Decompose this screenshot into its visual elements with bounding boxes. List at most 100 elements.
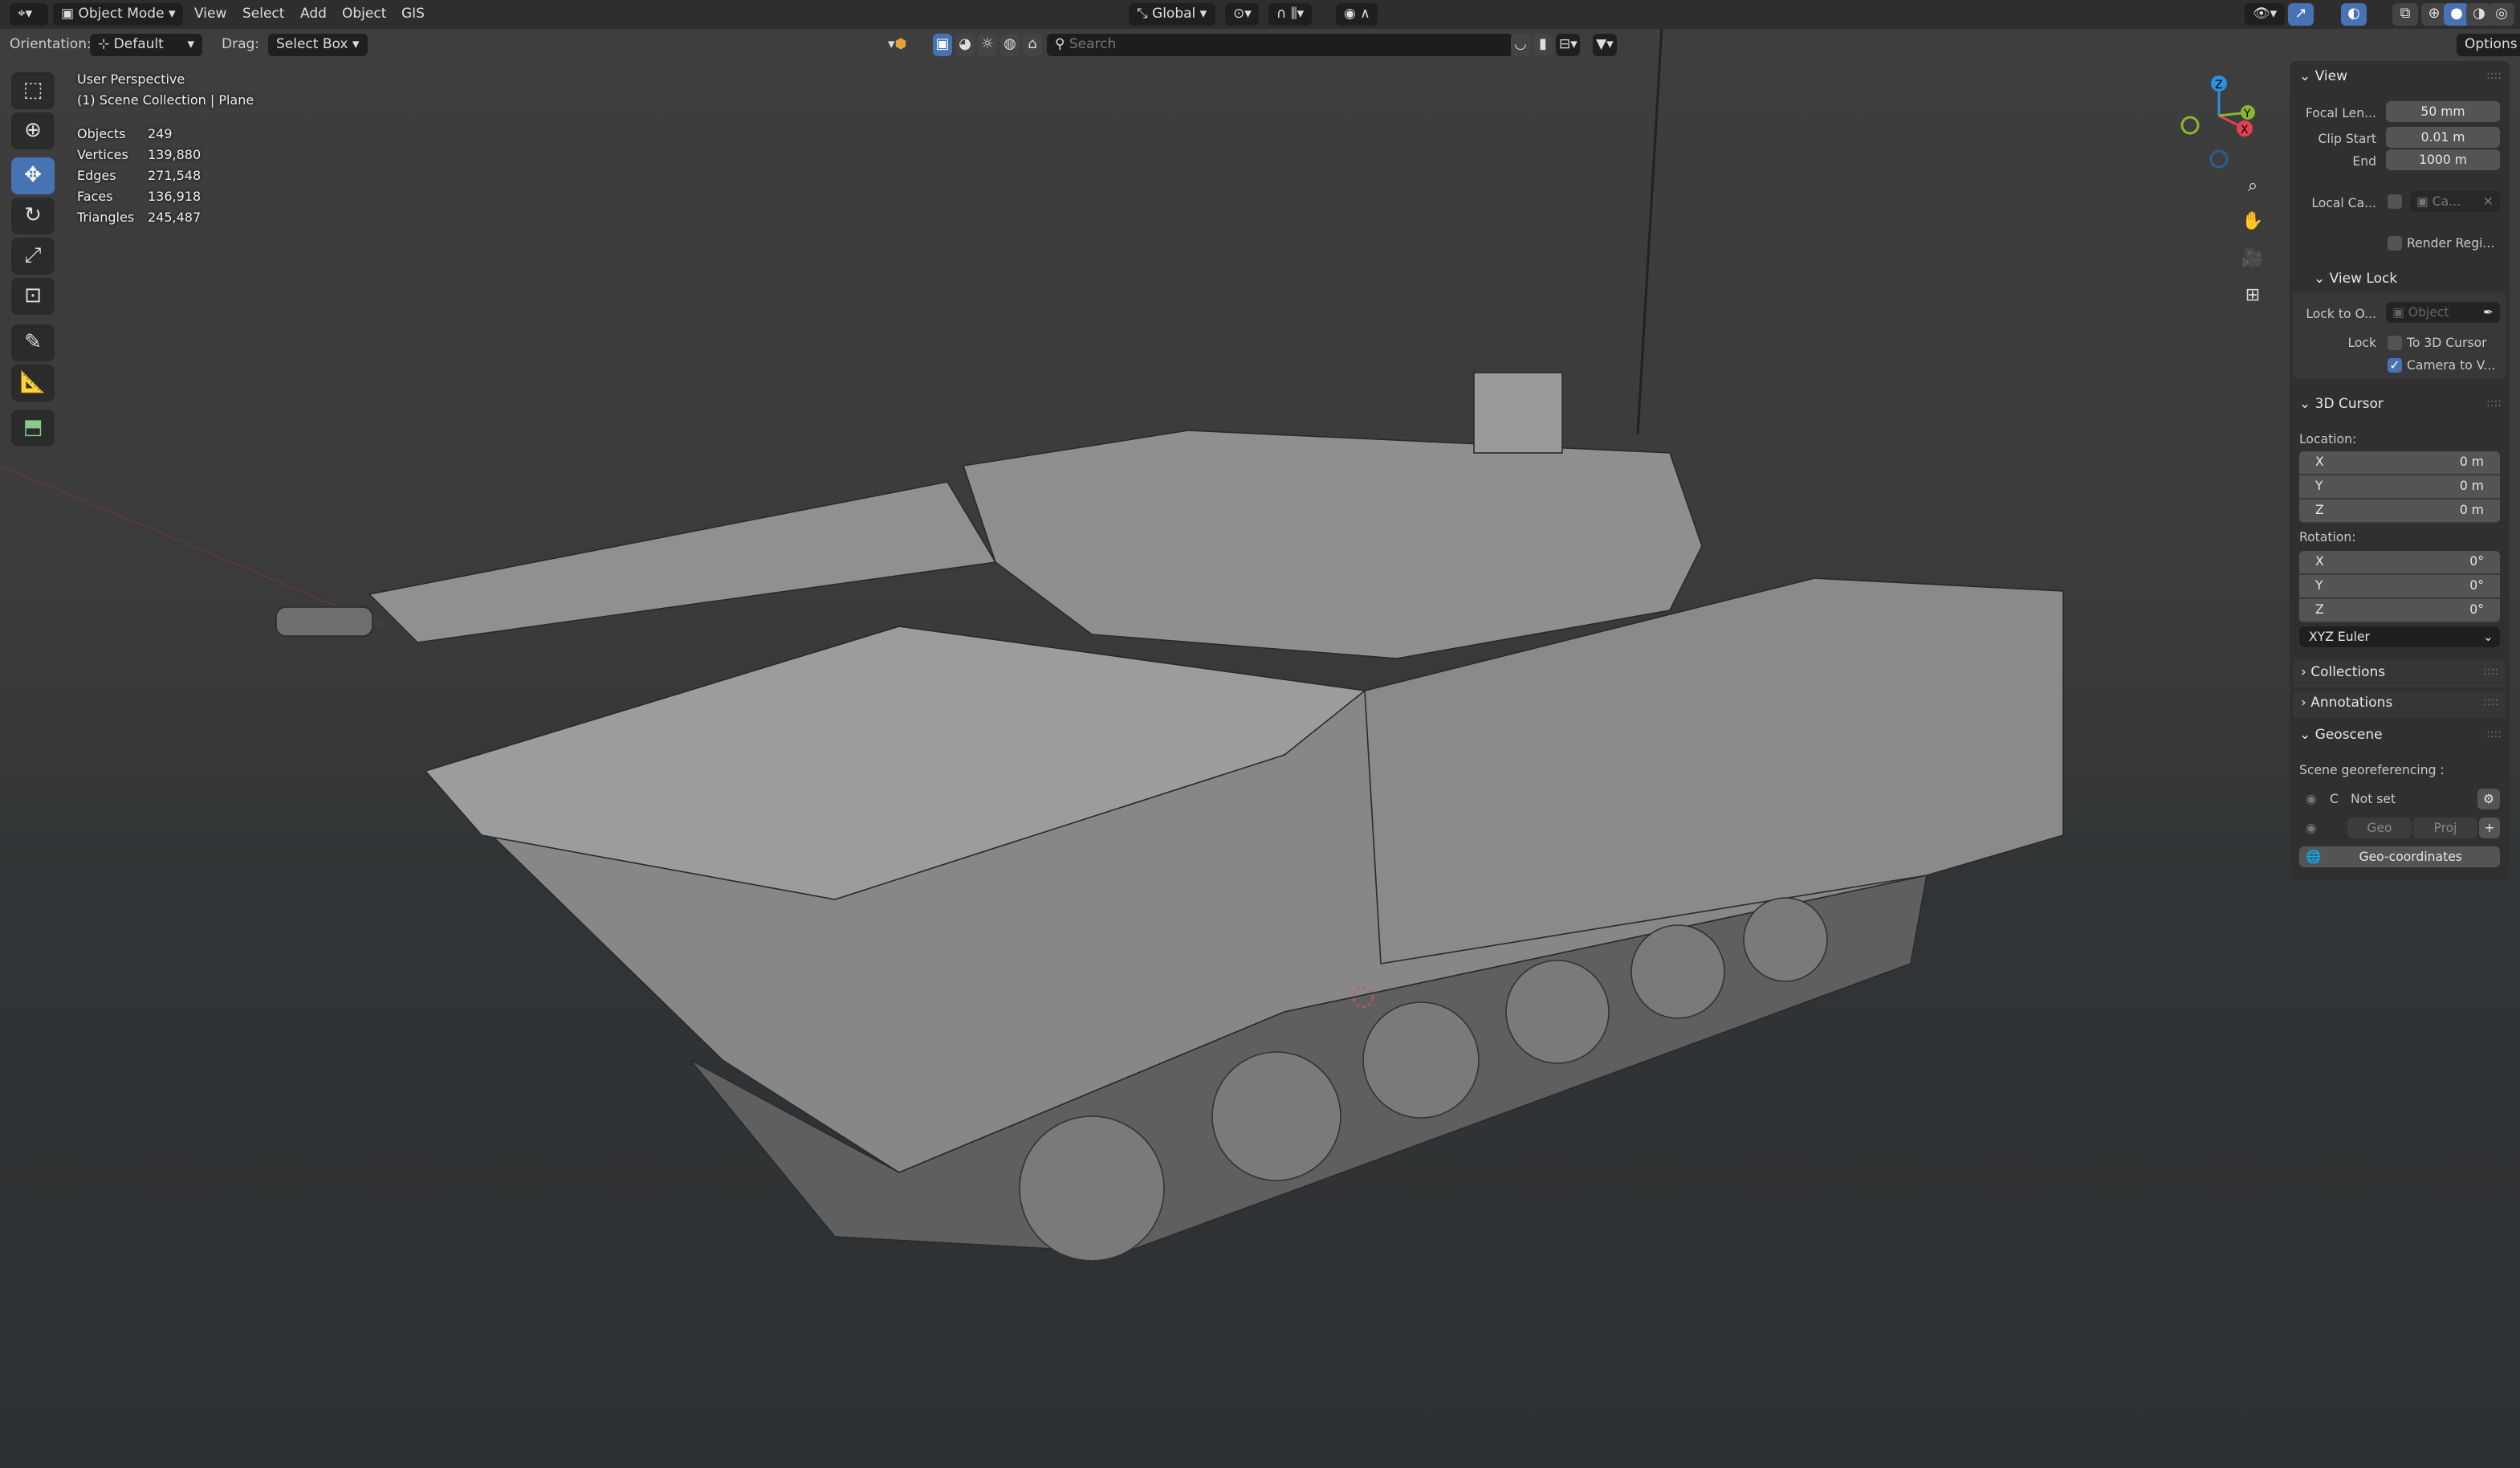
eyedropper-icon[interactable]: ✒ [2483,302,2494,323]
sensor-mast [1473,372,1563,454]
menu-gis[interactable]: GIS [401,5,425,26]
orientation-label: Orientation: [10,37,92,53]
filter-world-icon[interactable]: ◍ [1000,34,1020,56]
add-icon[interactable]: + [2479,818,2500,838]
collections-section-header[interactable]: › Collections:::: [2293,660,2506,687]
annotations-section-header[interactable]: › Annotations:::: [2293,691,2506,718]
cursor-location-z[interactable]: Z0 m [2299,500,2500,524]
scene-icon: ⬢ [894,37,907,53]
local-camera-field[interactable]: ▣ Ca... ✕ [2410,191,2500,212]
camera-view-icon[interactable]: 🎥 [2237,243,2269,275]
snap-toggle[interactable]: ∩ ⫼▾ [1268,3,1313,26]
settings-gear-icon[interactable]: ⚙ [2477,789,2500,809]
lock-to-object-field[interactable]: ▣ Object ✒ [2386,302,2500,323]
x-axis-line [0,465,386,627]
gizmo-neg-y [2180,116,2200,135]
lock-to-cursor-checkbox[interactable] [2388,336,2402,350]
gizmo-y-label[interactable]: Y [2243,108,2251,120]
drag-handle-icon[interactable]: :::: [2486,397,2502,410]
mode-dropdown[interactable]: ▣ Object Mode ▾ [53,3,184,26]
pan-view-icon[interactable]: ✋ [2237,206,2269,238]
stat-label: Triangles [77,210,135,225]
ortho-toggle-icon[interactable]: ⊞ [2237,279,2269,312]
3d-cursor-section-header[interactable]: ⌄ 3D Cursor [2299,397,2384,413]
cursor-rotation-x[interactable]: X 0° [2299,551,2500,575]
geo-button[interactable]: Geo [2347,818,2412,838]
add-cube-tool-icon[interactable]: ⬒ [11,410,55,447]
3d-viewport[interactable] [0,0,2520,1468]
collapse-icon[interactable]: ◡ [1511,34,1530,56]
hierarchy-dropdown[interactable]: ⊟▾ [1556,34,1581,56]
stat-value: 271,548 [148,169,202,183]
lock-to-cursor-label: To 3D Cursor [2407,336,2487,350]
cursor-location-y[interactable]: Y0 m [2299,475,2500,500]
search-input[interactable]: ⚲ Search [1047,34,1512,56]
local-camera-checkbox[interactable] [2388,194,2402,209]
orientation-icon: ⤡ [1137,6,1153,22]
georef-status: Not set [2351,792,2396,806]
gizmo-toggle-icon[interactable]: ↗ [2288,3,2314,26]
menu-object[interactable]: Object [342,5,386,26]
menu-view[interactable]: View [194,5,226,26]
outliner-filter[interactable]: ▾⬢ [888,34,906,56]
tool-settings-bar: Orientation: ⊹ Default ▾ Drag: Select Bo… [0,31,2520,59]
proj-button[interactable]: Proj [2413,818,2477,838]
clear-icon[interactable]: ✕ [2483,191,2494,212]
drag-label: Drag: [222,37,260,53]
tank-model[interactable] [0,0,2520,1468]
overlays-toggle-icon[interactable]: ◐ [2341,3,2367,26]
scale-tool-icon[interactable]: ⤢ [11,238,55,275]
bookmark-icon[interactable]: ▮ [1533,34,1553,56]
render-region-checkbox[interactable] [2388,236,2402,251]
clip-end-field[interactable]: 1000 m [2386,149,2500,170]
geo-coordinates-button[interactable]: 🌐 Geo-coordinates [2299,846,2500,867]
view-lock-header[interactable]: ⌄ View Lock [2314,271,2397,287]
navigation-gizmo[interactable]: Z X Y [2168,67,2264,172]
select-box-tool-icon[interactable]: ⬚ [11,72,55,109]
radio-icon[interactable]: ◉ [2306,821,2317,835]
local-camera-label: Local Ca... [2311,196,2376,210]
cursor-rotation-y[interactable]: Y 0° [2299,575,2500,599]
filter-materials-icon[interactable]: ◕ [955,34,975,56]
clip-start-field[interactable]: 0.01 m [2386,127,2500,148]
filter-dropdown[interactable]: ▼▾ [1593,34,1617,56]
object-mode-icon: ▣ [61,6,79,22]
visibility-dropdown[interactable]: 👁▾ [2245,3,2286,26]
search-icon: ⚲ [1055,37,1069,53]
pivot-point-dropdown[interactable]: ⊙▾ [1225,3,1260,26]
editor-type-button[interactable]: ⌖▾ [10,3,48,26]
view-section-header[interactable]: ⌄ View [2299,69,2347,85]
zoom-view-icon[interactable]: ⌕ [2237,170,2269,202]
rotate-tool-icon[interactable]: ↻ [11,198,55,234]
drag-dropdown[interactable]: Select Box ▾ [268,34,368,56]
move-tool-icon[interactable]: ✥ [11,157,55,194]
menu-select[interactable]: Select [242,5,284,26]
gizmo-z-label[interactable]: Z [2215,79,2223,92]
focal-length-field[interactable]: 50 mm [2386,101,2500,122]
proportional-editing-toggle[interactable]: ◉ ∧ [1336,3,1378,26]
cursor-tool-icon[interactable]: ⊕ [11,112,55,149]
rotation-mode-dropdown[interactable]: XYZ Euler ⌄ [2299,626,2500,647]
transform-orientation-dropdown[interactable]: ⤡ Global ▾ [1129,3,1215,26]
gun-barrel [368,481,997,643]
lock-label: Lock [2347,336,2376,350]
xray-toggle-icon[interactable]: ⧉ [2392,3,2418,26]
gizmo-x-label[interactable]: X [2241,124,2249,137]
camera-to-view-checkbox[interactable]: ✓ [2388,358,2402,373]
cursor-rotation-z[interactable]: Z 0° [2299,599,2500,623]
rendered-shading-icon[interactable]: ◎ [2489,3,2514,26]
geoscene-section-header[interactable]: ⌄ Geoscene [2299,728,2383,744]
orientation-dropdown[interactable]: ⊹ Default ▾ [90,34,202,56]
cursor-location-x[interactable]: X0 m [2299,451,2500,475]
filter-objects-icon[interactable]: ▣ [933,34,952,56]
drag-handle-icon[interactable]: :::: [2486,728,2502,740]
annotate-tool-icon[interactable]: ✎ [11,324,55,361]
measure-tool-icon[interactable]: 📐 [11,365,55,402]
filter-brush-icon[interactable]: ⌂ [1023,34,1042,56]
drag-handle-icon[interactable]: :::: [2486,69,2502,82]
menu-add[interactable]: Add [300,5,327,26]
options-button[interactable]: Options [2457,34,2520,56]
filter-lights-icon[interactable]: ☼ [978,34,997,56]
radio-icon[interactable]: ◉ [2306,792,2317,806]
transform-tool-icon[interactable]: ⊡ [11,278,55,315]
